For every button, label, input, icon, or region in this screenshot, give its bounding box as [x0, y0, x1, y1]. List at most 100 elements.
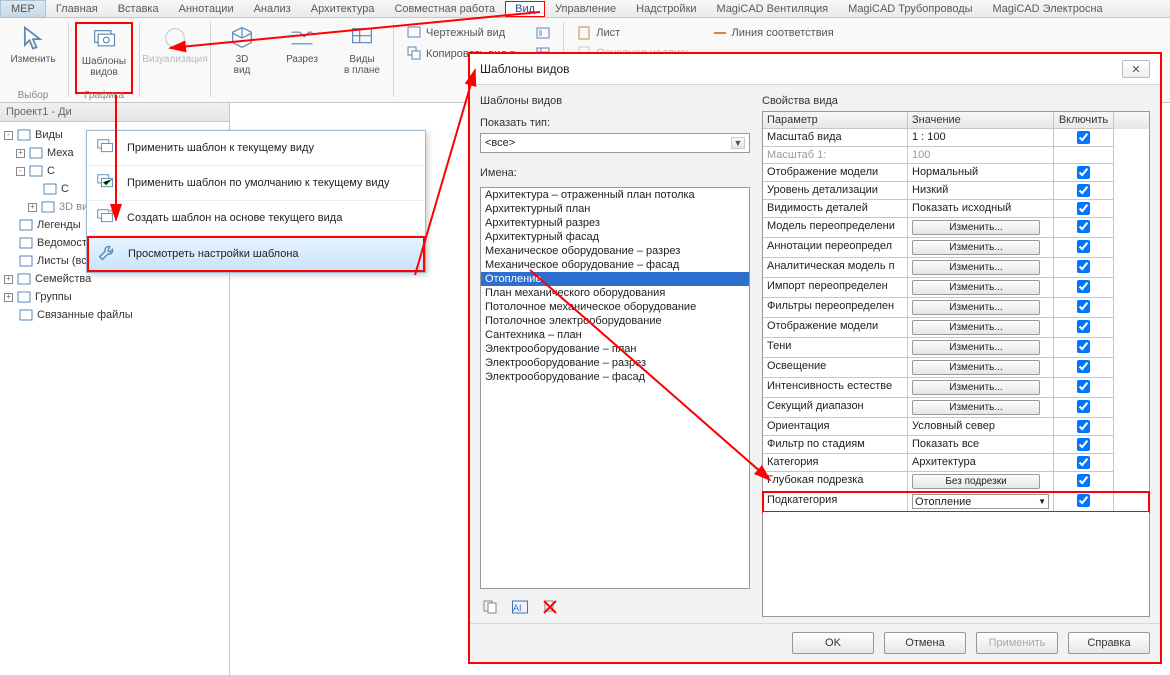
tree-node[interactable]: Связанные файлы — [4, 306, 225, 324]
list-item[interactable]: Потолочное механическое оборудование — [481, 300, 749, 314]
include-cell[interactable] — [1054, 298, 1114, 318]
col-header-include[interactable]: Включить — [1054, 112, 1114, 129]
value-cell[interactable]: Низкий — [908, 182, 1054, 200]
delete-button[interactable] — [540, 597, 560, 617]
list-item[interactable]: Электрооборудование – фасад — [481, 370, 749, 384]
apply-template-item[interactable]: Применить шаблон к текущему виду — [87, 131, 425, 166]
value-cell[interactable]: Изменить... — [908, 238, 1054, 258]
include-cell[interactable] — [1054, 218, 1114, 238]
menu-item[interactable]: Надстройки — [626, 1, 706, 17]
value-cell[interactable]: Изменить... — [908, 258, 1054, 278]
include-cell[interactable] — [1054, 492, 1114, 512]
template-list[interactable]: Архитектура – отраженный план потолкаАрх… — [480, 187, 750, 589]
value-cell[interactable]: Изменить... — [908, 358, 1054, 378]
value-cell[interactable]: 1 : 100 — [908, 129, 1054, 147]
table-row: КатегорияАрхитектура — [763, 454, 1149, 472]
list-item[interactable]: План механического оборудования — [481, 286, 749, 300]
include-cell[interactable] — [1054, 318, 1114, 338]
value-cell[interactable]: Показать исходный — [908, 200, 1054, 218]
list-item[interactable]: Электрооборудование – план — [481, 342, 749, 356]
value-cell[interactable]: Без подрезки — [908, 472, 1054, 492]
sheet-button[interactable]: Лист — [572, 24, 695, 42]
value-cell[interactable]: Изменить... — [908, 278, 1054, 298]
list-item[interactable]: Электрооборудование – разрез — [481, 356, 749, 370]
list-item[interactable]: Архитектурный разрез — [481, 216, 749, 230]
include-cell[interactable] — [1054, 436, 1114, 454]
menu-item-view[interactable]: Вид — [505, 1, 545, 17]
list-item[interactable]: Архитектурный фасад — [481, 230, 749, 244]
menu-item[interactable]: Анализ — [244, 1, 301, 17]
menu-item[interactable]: MagiCAD Трубопроводы — [838, 1, 982, 17]
tree-node[interactable]: +Группы — [4, 288, 225, 306]
value-cell[interactable]: Изменить... — [908, 338, 1054, 358]
list-item[interactable]: Сантехника – план — [481, 328, 749, 342]
template-settings-item[interactable]: Просмотреть настройки шаблона — [87, 236, 425, 272]
graphics-panel-label: Графика — [71, 90, 137, 101]
svg-text:AI: AI — [513, 603, 522, 613]
include-cell[interactable] — [1054, 129, 1114, 147]
include-cell[interactable] — [1054, 338, 1114, 358]
list-item[interactable]: Отопление — [481, 272, 749, 286]
value-cell[interactable]: 100 — [908, 147, 1054, 164]
include-cell[interactable] — [1054, 378, 1114, 398]
menu-item[interactable]: MagiCAD Электроснa — [983, 1, 1113, 17]
value-cell[interactable]: Архитектура — [908, 454, 1054, 472]
include-cell[interactable] — [1054, 238, 1114, 258]
menu-item[interactable]: Управление — [545, 1, 626, 17]
plan-views-button[interactable]: Виды в плане — [333, 22, 391, 90]
include-cell[interactable] — [1054, 258, 1114, 278]
value-cell[interactable]: Изменить... — [908, 218, 1054, 238]
value-cell[interactable]: Показать все — [908, 436, 1054, 454]
menu-item[interactable]: Вставка — [108, 1, 169, 17]
include-cell[interactable] — [1054, 398, 1114, 418]
view-templates-button[interactable]: Шаблоны видов — [75, 22, 133, 94]
include-cell[interactable] — [1054, 200, 1114, 218]
value-cell[interactable]: Условный север — [908, 418, 1054, 436]
value-cell[interactable]: Изменить... — [908, 398, 1054, 418]
3d-view-button[interactable]: 3D вид — [213, 22, 271, 90]
cancel-button[interactable]: Отмена — [884, 632, 966, 654]
section-button[interactable]: Разрез — [273, 22, 331, 90]
rename-button[interactable]: AI — [510, 597, 530, 617]
list-item[interactable]: Механическое оборудование – разрез — [481, 244, 749, 258]
include-cell[interactable] — [1054, 278, 1114, 298]
menu-item[interactable]: MagiCAD Вентиляция — [707, 1, 839, 17]
menu-item[interactable]: Аннотации — [169, 1, 244, 17]
table-row: Видимость деталейПоказать исходный — [763, 200, 1149, 218]
include-cell[interactable] — [1054, 454, 1114, 472]
value-cell[interactable]: Отопление▼ — [908, 492, 1054, 512]
value-cell[interactable]: Изменить... — [908, 318, 1054, 338]
legend-button[interactable] — [531, 24, 555, 42]
ok-button[interactable]: OK — [792, 632, 874, 654]
value-cell[interactable]: Нормальный — [908, 164, 1054, 182]
browser-tab[interactable]: Проект1 - Ди — [0, 103, 229, 122]
param-cell: Модель переопределени — [763, 218, 908, 238]
matchline-button[interactable]: Линия соответствия — [708, 24, 838, 42]
duplicate-button[interactable] — [480, 597, 500, 617]
list-item[interactable]: Архитектурный план — [481, 202, 749, 216]
list-item[interactable]: Архитектура – отраженный план потолка — [481, 188, 749, 202]
type-filter-combo[interactable]: <все>▼ — [480, 133, 750, 153]
menu-item[interactable]: Архитектура — [301, 1, 385, 17]
col-header-param[interactable]: Параметр — [763, 112, 908, 129]
apply-default-template-item[interactable]: Применить шаблон по умолчанию к текущему… — [87, 166, 425, 201]
value-cell[interactable]: Изменить... — [908, 298, 1054, 318]
apply-button[interactable]: Применить — [976, 632, 1058, 654]
close-button[interactable]: ✕ — [1122, 60, 1150, 78]
value-cell[interactable]: Изменить... — [908, 378, 1054, 398]
include-cell[interactable] — [1054, 182, 1114, 200]
menu-item[interactable]: Совместная работа — [384, 1, 505, 17]
col-header-value[interactable]: Значение — [908, 112, 1054, 129]
create-template-item[interactable]: Создать шаблон на основе текущего вида — [87, 201, 425, 236]
menu-item[interactable]: Главная — [46, 1, 108, 17]
edit-button[interactable]: Изменить — [4, 22, 62, 79]
include-cell[interactable] — [1054, 164, 1114, 182]
list-item[interactable]: Потолочное электрооборудование — [481, 314, 749, 328]
include-cell[interactable] — [1054, 472, 1114, 492]
help-button[interactable]: Справка — [1068, 632, 1150, 654]
menu-mep[interactable]: МЕР — [0, 0, 46, 18]
drafting-view-button[interactable]: Чертежный вид — [402, 24, 519, 42]
list-item[interactable]: Механическое оборудование – фасад — [481, 258, 749, 272]
include-cell[interactable] — [1054, 358, 1114, 378]
include-cell[interactable] — [1054, 418, 1114, 436]
